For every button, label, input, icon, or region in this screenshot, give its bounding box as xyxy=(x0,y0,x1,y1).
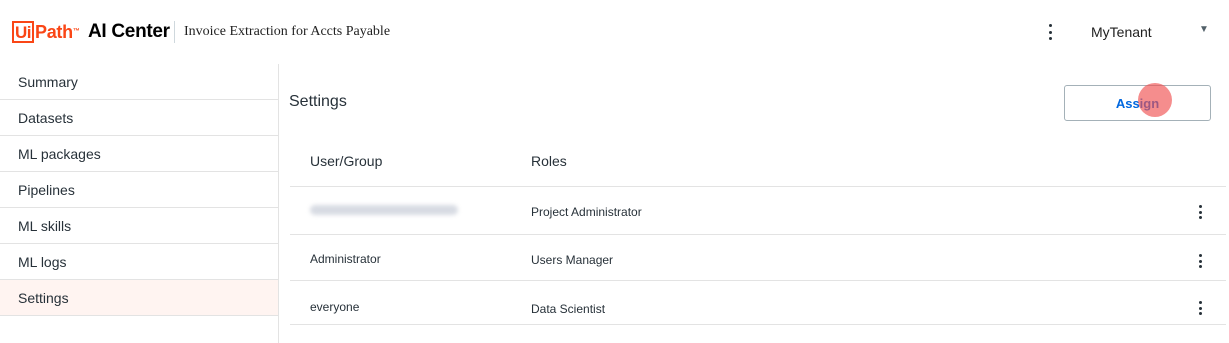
row-more-options-icon[interactable] xyxy=(1195,254,1205,268)
header-divider xyxy=(174,21,175,43)
sidebar: Summary Datasets ML packages Pipelines M… xyxy=(0,64,279,343)
row-more-options-icon[interactable] xyxy=(1195,301,1205,315)
project-name: Invoice Extraction for Accts Payable xyxy=(184,24,391,39)
row-more-options-icon[interactable] xyxy=(1195,205,1205,219)
sidebar-item-ml-skills[interactable]: ML skills xyxy=(0,208,278,244)
column-header-user-group[interactable]: User/Group xyxy=(310,153,382,169)
app-header: Ui Path™ AI Center Invoice Extraction fo… xyxy=(0,0,1229,64)
chevron-down-icon[interactable]: ▼ xyxy=(1199,24,1209,35)
table-cell-role: Users Manager xyxy=(531,253,614,267)
uipath-logo[interactable]: Ui Path™ xyxy=(12,21,80,43)
table-divider xyxy=(290,324,1226,325)
blurred-user-email xyxy=(310,205,458,215)
table-divider xyxy=(290,234,1226,235)
logo-ui-mark: Ui xyxy=(12,21,34,43)
column-header-roles[interactable]: Roles xyxy=(531,153,567,169)
page-title: Settings xyxy=(289,93,347,110)
sidebar-item-settings[interactable]: Settings xyxy=(0,280,278,316)
sidebar-item-summary[interactable]: Summary xyxy=(0,64,278,100)
sidebar-item-datasets[interactable]: Datasets xyxy=(0,100,278,136)
table-cell-user: everyone xyxy=(310,300,360,314)
table-cell-role: Project Administrator xyxy=(531,205,642,219)
app-name: AI Center xyxy=(88,21,170,42)
logo-path-text: Path™ xyxy=(35,22,80,42)
more-options-icon[interactable] xyxy=(1044,22,1056,42)
sidebar-item-pipelines[interactable]: Pipelines xyxy=(0,172,278,208)
table-divider xyxy=(290,186,1226,187)
tenant-selector-label[interactable]: MyTenant xyxy=(1091,24,1152,40)
table-cell-user: Administrator xyxy=(310,252,381,266)
sidebar-item-ml-packages[interactable]: ML packages xyxy=(0,136,278,172)
sidebar-item-ml-logs[interactable]: ML logs xyxy=(0,244,278,280)
click-indicator xyxy=(1138,83,1172,117)
table-cell-role: Data Scientist xyxy=(531,302,606,316)
table-divider xyxy=(290,280,1226,281)
